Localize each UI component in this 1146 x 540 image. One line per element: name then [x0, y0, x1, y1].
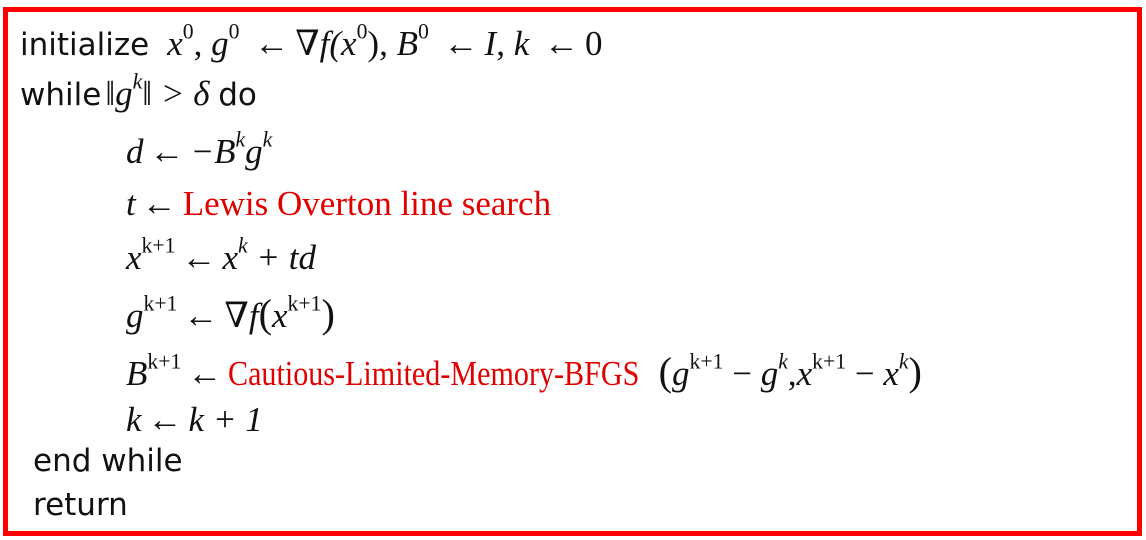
- comma: ,: [193, 24, 203, 63]
- var-k: k: [126, 400, 142, 439]
- line-direction: d ← −Bkgk: [126, 129, 272, 171]
- paren-close: ): [908, 349, 922, 394]
- arrow-icon: ←: [141, 184, 177, 223]
- sup: k: [235, 127, 246, 152]
- line-while: while ‖gk‖ > δ do: [20, 71, 257, 113]
- sup: k: [898, 349, 909, 374]
- paren-open: (: [658, 349, 673, 394]
- sup: k+1: [143, 291, 178, 316]
- var-x: x: [126, 238, 142, 277]
- sup: k+1: [689, 349, 724, 374]
- sup: 0: [356, 19, 368, 44]
- arrow-icon: ←: [544, 24, 579, 63]
- bfgs-method: Cautious-Limited-Memory-BFGS: [228, 354, 640, 393]
- line-update-g: gk+1 ← ∇f(xk+1): [126, 291, 335, 336]
- minus: −: [732, 354, 752, 393]
- line-search-method: Lewis Overton line search: [182, 184, 552, 223]
- neg-B: −B: [190, 132, 236, 171]
- sup: 0: [228, 19, 240, 44]
- gradient: ∇f(x: [295, 24, 357, 63]
- sup: k: [132, 69, 143, 94]
- line-update-B: Bk+1 ← Cautious-Limited-Memory-BFGS (gk+1 −…: [126, 349, 922, 394]
- minus: −: [854, 354, 875, 393]
- sup: k+1: [812, 349, 847, 374]
- keyword-do: do: [218, 77, 257, 113]
- sup: k+1: [147, 349, 182, 374]
- var-x0: x: [167, 24, 183, 63]
- sup: k: [778, 349, 788, 374]
- gradient: ∇f: [224, 296, 259, 335]
- keyword-return: return: [33, 487, 128, 523]
- paren-close: ): [321, 291, 335, 336]
- line-step: t ← Lewis Overton line search: [126, 186, 551, 221]
- var-g: g: [245, 132, 263, 171]
- arrow-icon: ←: [149, 132, 185, 171]
- line-initialize: initialize x0, g0 ← ∇f(x0), B0 ← I, k ← 0: [20, 21, 603, 63]
- paren-open: (: [258, 291, 272, 336]
- keyword-while: while: [20, 77, 102, 113]
- keyword-end-while: end while: [33, 443, 183, 479]
- math-initialize: x0, g0 ← ∇f(x0), B0 ← I, k ← 0: [167, 21, 603, 63]
- norm: ‖g: [105, 74, 133, 113]
- var-g: g: [672, 354, 690, 393]
- var-k: k: [513, 24, 530, 63]
- var-x: x: [883, 354, 899, 393]
- arrow-icon: ←: [181, 238, 217, 277]
- arrow-icon: ←: [147, 400, 183, 439]
- sup: 0: [417, 19, 429, 44]
- arrow-icon: ←: [187, 354, 223, 393]
- var-x: x: [796, 354, 813, 393]
- var-g0: g: [211, 24, 229, 63]
- var-B: B: [126, 354, 148, 393]
- comma: ,: [379, 24, 388, 63]
- var-x: x: [272, 296, 288, 335]
- comma: ,: [787, 354, 797, 393]
- condition: > δ: [160, 74, 210, 113]
- identity: I: [484, 24, 497, 63]
- plus-td: + td: [256, 238, 316, 277]
- norm-close: ‖: [142, 74, 153, 113]
- sup: 0: [182, 19, 194, 44]
- arrow-icon: ←: [443, 24, 479, 63]
- var-t: t: [126, 184, 136, 223]
- sup: k: [262, 127, 273, 152]
- paren: ): [367, 24, 380, 63]
- var-g: g: [760, 354, 779, 393]
- k-plus-one: k + 1: [188, 400, 263, 439]
- line-update-x: xk+1 ← xk + td: [126, 235, 316, 277]
- zero: 0: [585, 24, 603, 63]
- arrow-icon: ←: [183, 296, 219, 335]
- sup: k+1: [141, 233, 176, 258]
- var-d: d: [126, 132, 144, 171]
- var-g: g: [126, 296, 144, 335]
- keyword-initialize: initialize: [20, 27, 150, 63]
- sup: k: [238, 233, 248, 258]
- comma: ,: [496, 24, 505, 63]
- sup: k+1: [287, 291, 322, 316]
- var-x: x: [222, 238, 239, 277]
- math-while: ‖gk‖ > δ: [105, 71, 218, 113]
- var-B0: B: [396, 24, 418, 63]
- arrow-icon: ←: [254, 24, 290, 63]
- line-increment: k ← k + 1: [126, 402, 263, 437]
